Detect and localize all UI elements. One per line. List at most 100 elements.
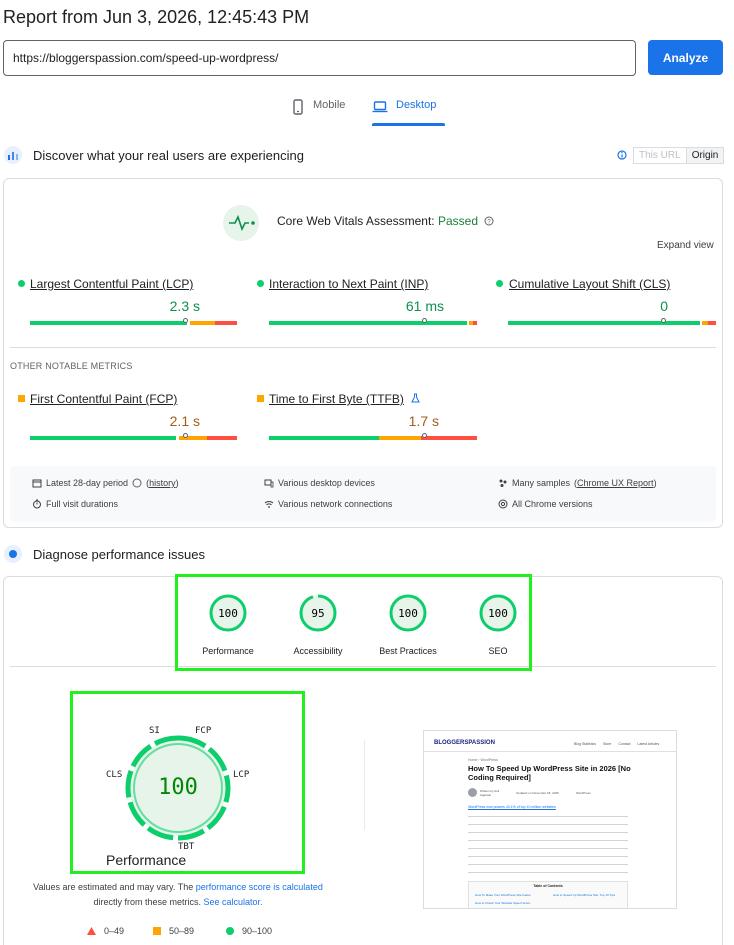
metric-ttfb-bar [269,436,477,440]
thumb-para-link: WordPress now powers 43.1% of top 10 mil… [468,805,556,809]
gauge-best-practices-label: Best Practices [379,646,437,656]
square-icon [153,927,161,935]
gauge-accessibility[interactable]: 95 Accessibility [273,593,363,656]
report-title: Report from Jun 3, 2026, 12:45:43 PM [3,7,310,27]
info-period-text: Latest 28-day period [46,478,129,488]
info-durations-text: Full visit durations [46,499,119,509]
timer-icon [33,499,41,509]
metric-fcp-label[interactable]: First Contentful Paint (FCP) [30,392,177,406]
info-samples-text: Many samples [512,478,571,488]
info-icon[interactable] [617,150,627,160]
cwv-assessment-label: Core Web Vitals Assessment: [277,214,435,228]
thumb-nav-item: Latest Articles [637,742,660,746]
thumb-avatar [468,788,477,797]
legend-average: 50–89 [153,926,194,936]
lighthouse-icon [4,545,22,563]
legend-good: 90–100 [226,926,272,936]
circle-icon [226,927,234,935]
score-calculated-link[interactable]: performance score is calculated [196,882,323,892]
metric-lcp-bar [30,321,237,325]
history-link[interactable]: history [149,478,176,488]
cwv-pulse-icon [223,205,259,241]
metric-cls-bar [508,321,716,325]
thumb-toc-title: Table of Contents [533,884,563,888]
gauge-label-cls: CLS [106,770,123,780]
thumb-category: WordPress [576,791,591,795]
metric-lcp-marker [183,318,188,323]
thumb-toc-item: How to Speed Up WordPress Site: Top 10 T… [553,893,616,897]
thumb-toc-item: How To Make Your WordPress Site Faster [475,893,531,897]
chrome-icon [498,499,508,509]
score-note-text-2: directly from these metrics. [93,897,201,907]
help-icon[interactable] [132,478,142,488]
gauge-label-si: SI [149,726,160,736]
url-input[interactable] [3,40,636,76]
thumb-breadcrumb: Home › WordPress [468,758,498,762]
gauge-label-fcp: FCP [195,726,212,736]
gauge-performance[interactable]: 100 Performance [183,593,273,656]
experimental-flask-icon [411,393,420,403]
thumb-byline: Written by Anil Agarwal [480,789,500,797]
thumb-logo: BLOGGERSPASSION [434,740,495,746]
devices-icon [264,479,274,488]
good-dot-icon [257,280,264,287]
score-note: Values are estimated and may vary. The p… [30,880,326,910]
metric-ttfb-label[interactable]: Time to First Byte (TTFB) [269,392,404,406]
thumb-heading: How To Speed Up WordPress Site in 2026 [… [468,764,631,782]
gauge-seo[interactable]: 100 SEO [453,593,543,656]
tab-mobile[interactable]: Mobile [291,99,345,127]
calendar-icon [32,479,42,488]
metric-lcp-value: 2.3 s [169,298,200,314]
toggle-origin[interactable]: Origin [686,147,725,164]
diagnose-title: Diagnose performance issues [33,547,205,562]
cwv-assessment: Core Web Vitals Assessment: Passed ? [277,214,494,228]
good-dot-icon [18,280,25,287]
average-square-icon [18,395,25,402]
thumb-nav-item: Blog Statistics [574,742,596,746]
info-period: Latest 28-day period (history) [32,478,179,488]
metric-inp-label[interactable]: Interaction to Next Paint (INP) [269,277,428,291]
field-data-title: Discover what your real users are experi… [33,148,304,163]
tab-mobile-label: Mobile [313,99,346,111]
gauge-performance-label: Performance [202,646,254,656]
performance-big-gauge: 100 [125,735,231,841]
gauge-seo-label: SEO [488,646,508,656]
gauge-best-practices-value: 100 [398,607,418,620]
score-note-text: Values are estimated and may vary. The [33,882,194,892]
page-screenshot[interactable]: BLOGGERSPASSION Blog Statistics Store Co… [423,730,677,909]
metric-cls-label[interactable]: Cumulative Layout Shift (CLS) [509,277,670,291]
other-metrics-label: OTHER NOTABLE METRICS [10,361,133,371]
thumb-toc: Table of Contents How To Make Your WordP… [468,881,628,908]
thumb-nav-item: Store [602,742,612,746]
active-tab-indicator [372,123,445,126]
thumb-nav-item: Contact [618,742,631,746]
metric-fcp-value: 2.1 s [169,413,200,429]
url-origin-toggle[interactable]: This URL Origin [633,147,725,164]
metric-cls-value: 0 [660,298,668,314]
legend-poor-range: 0–49 [104,926,125,936]
see-calculator-link[interactable]: See calculator. [204,897,263,907]
info-devices: Various desktop devices [264,478,375,488]
metric-ttfb-value: 1.7 s [408,413,439,429]
gauge-best-practices[interactable]: 100 Best Practices [363,593,453,656]
collection-info-box [10,466,716,522]
cwv-assessment-result: Passed [437,214,478,228]
laptop-icon [372,101,388,113]
thumb-body-text [468,813,628,873]
chrome-ux-report-link[interactable]: Chrome UX Report [577,478,654,488]
legend-average-range: 50–89 [169,926,195,936]
toggle-this-url[interactable]: This URL [633,147,687,164]
metric-lcp-label[interactable]: Largest Contentful Paint (LCP) [30,277,193,291]
gauge-label-lcp: LCP [233,770,250,780]
gauge-accessibility-label: Accessibility [293,646,343,656]
expand-view-link[interactable]: Expand view [657,240,714,251]
metric-ttfb-marker [422,433,427,438]
analyze-button[interactable]: Analyze [648,40,723,75]
help-icon[interactable]: ? [484,216,494,226]
metric-inp-bar [269,321,477,325]
info-versions: All Chrome versions [498,499,593,509]
legend-poor: 0–49 [87,926,124,936]
thumb-updated: Updated on November 18, 2025 [516,791,559,795]
triangle-icon [87,927,96,935]
info-connections: Various network connections [264,499,392,509]
